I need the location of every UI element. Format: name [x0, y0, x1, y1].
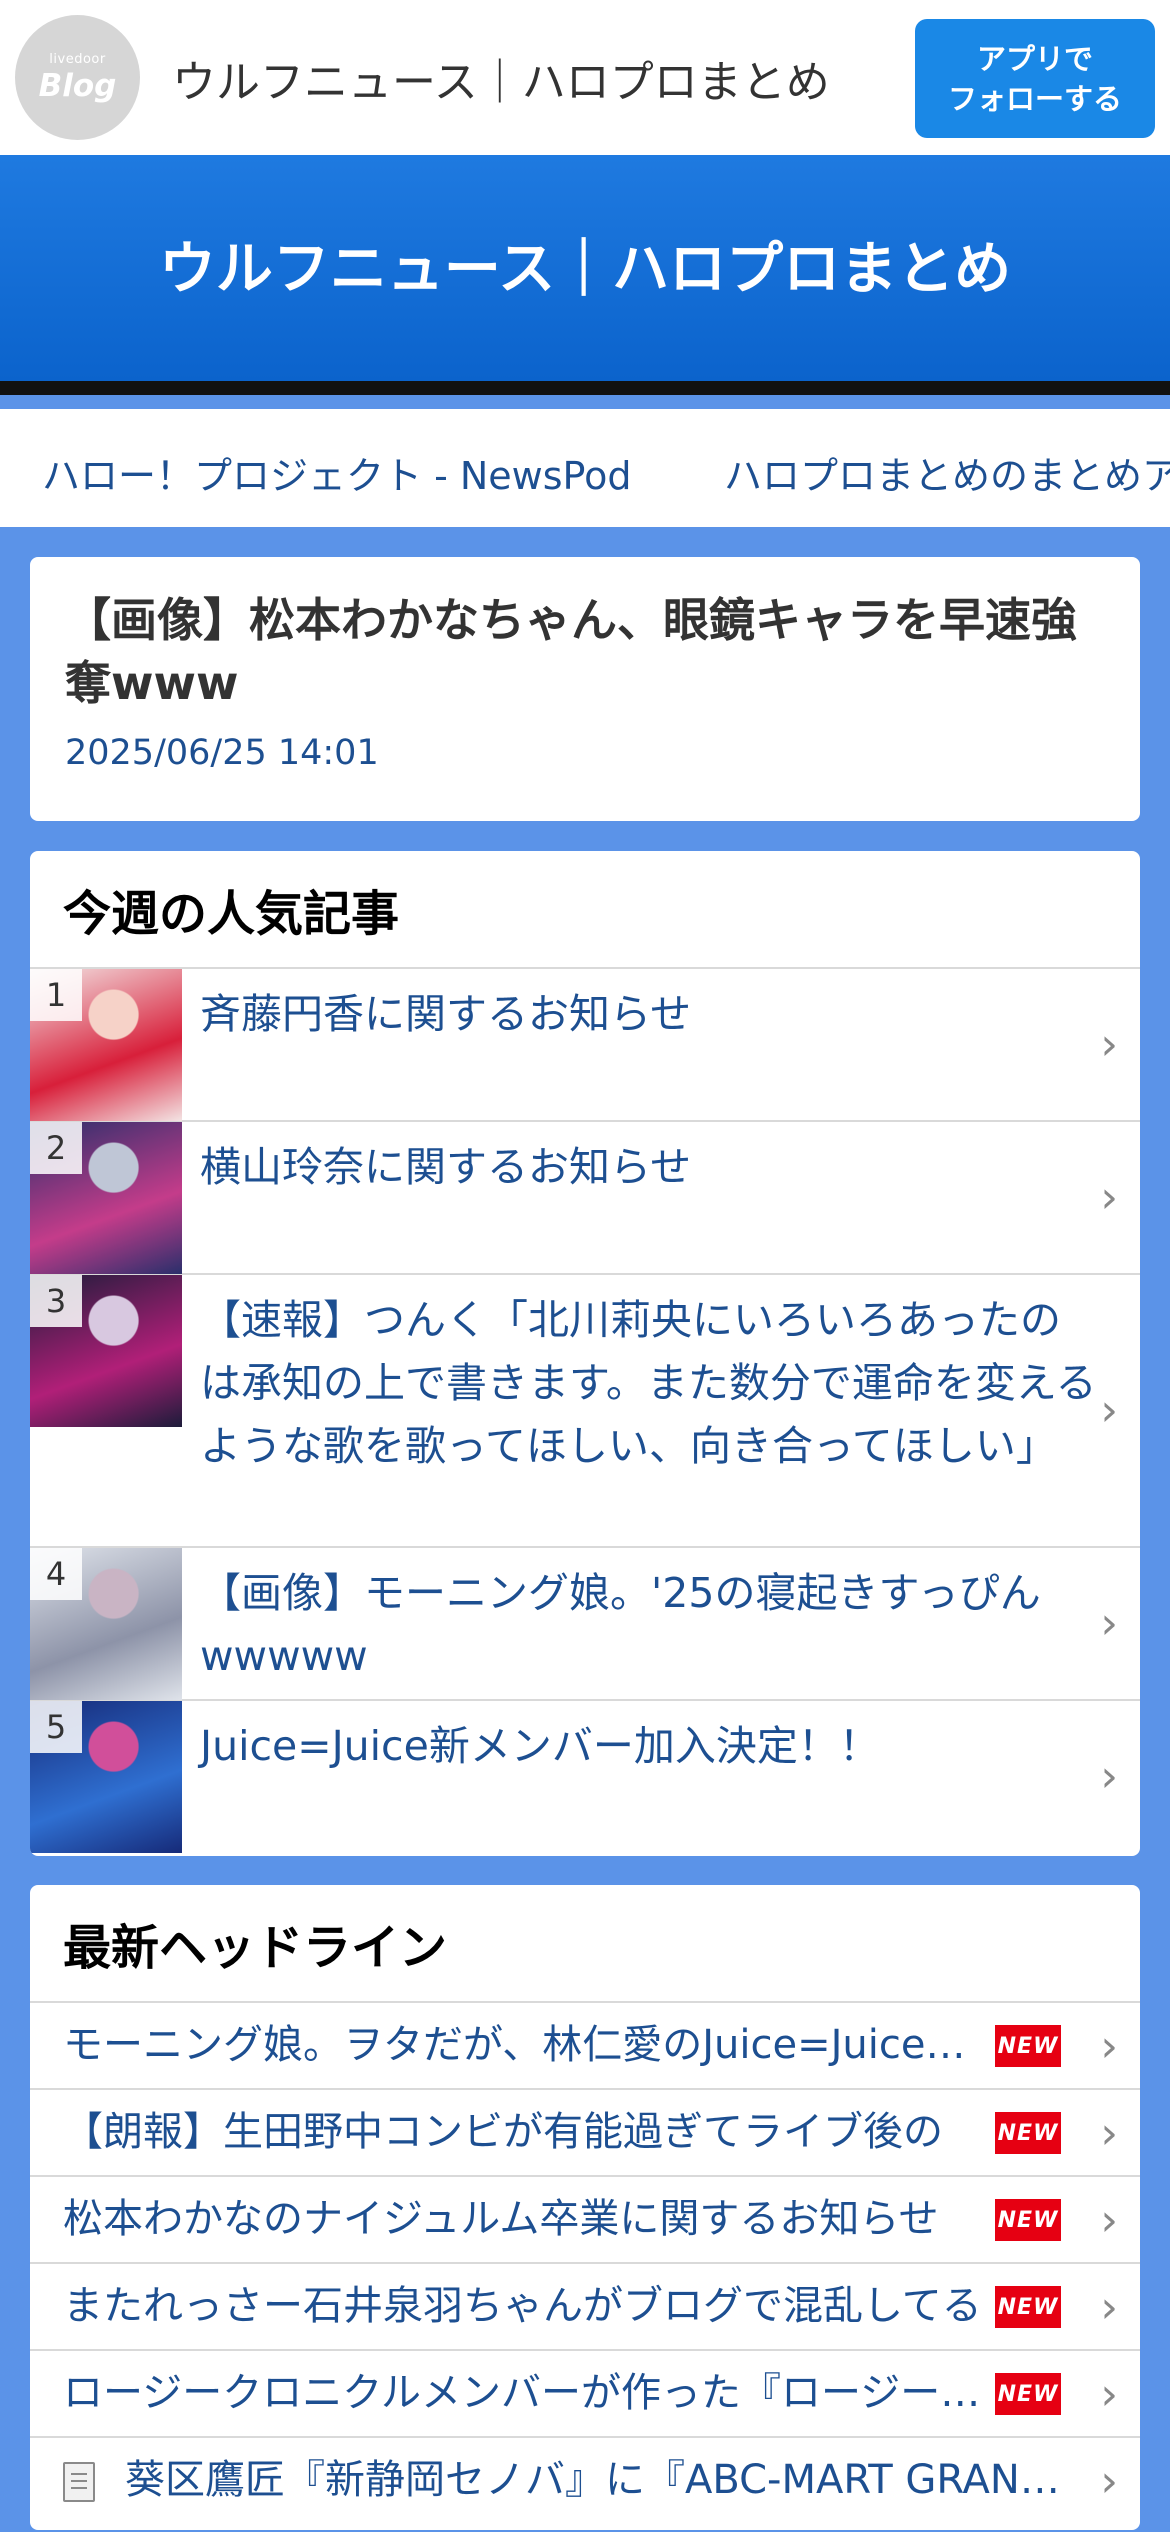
- follow-button-line1: アプリで: [976, 41, 1093, 76]
- chevron-right-icon: ›: [1100, 2108, 1118, 2159]
- logo-small-text: livedoor: [49, 51, 106, 67]
- new-badge: NEW: [995, 2199, 1061, 2241]
- rank-number: 2: [30, 1122, 82, 1174]
- follow-in-app-button[interactable]: アプリで フォローする: [915, 19, 1155, 138]
- follow-button-line2: フォローする: [947, 81, 1122, 116]
- headline-item[interactable]: 葵区鷹匠『新静岡セノバ』に『ABC-MART GRAND STAGE』 ›: [30, 2438, 1140, 2525]
- app-bar: livedoor Blog ウルフニュース｜ハロプロまとめ アプリで フォローす…: [0, 0, 1170, 155]
- headline-title: 葵区鷹匠『新静岡セノバ』に『ABC-MART GRAND STAGE』: [125, 2457, 1085, 2503]
- rank-number: 5: [30, 1701, 82, 1753]
- ranking-item-1[interactable]: 1 斉藤円香に関するお知らせ ›: [30, 969, 1140, 1122]
- chevron-right-icon: ›: [1100, 2456, 1118, 2507]
- ranking-item-2[interactable]: 2 横山玲奈に関するお知らせ ›: [30, 1122, 1140, 1275]
- article-title[interactable]: 【画像】松本わかなちゃん、眼鏡キャラを早速強奪www: [65, 589, 1105, 715]
- new-badge: NEW: [995, 2025, 1061, 2067]
- headline-item[interactable]: 【朗報】生田野中コンビが有能過ぎてライブ後の NEW ›: [30, 2090, 1140, 2177]
- headlines-heading: 最新ヘッドライン: [30, 1885, 1140, 2003]
- link-matome[interactable]: ハロプロまとめのまとめア: [724, 445, 1170, 500]
- headline-title: またれっさー石井泉羽ちゃんがブログで混乱してる: [63, 2283, 982, 2329]
- new-badge: NEW: [995, 2373, 1061, 2415]
- chevron-right-icon: ›: [1100, 2369, 1118, 2420]
- chevron-right-icon: ›: [1100, 1172, 1118, 1223]
- chevron-right-icon: ›: [1100, 2021, 1118, 2072]
- chevron-right-icon: ›: [1100, 1751, 1118, 1802]
- chevron-right-icon: ›: [1100, 2282, 1118, 2333]
- ranking-item-title: 斉藤円香に関するお知らせ: [200, 990, 692, 1038]
- weekly-popular-articles: 今週の人気記事 1 斉藤円香に関するお知らせ › 2 横山玲奈に関するお知らせ …: [30, 851, 1140, 1856]
- blog-title[interactable]: ウルフニュース｜ハロプロまとめ: [159, 223, 1011, 305]
- logo-big-text: Blog: [38, 67, 117, 104]
- latest-headlines: 最新ヘッドライン モーニング娘。ヲタだが、林仁愛のJuice=Juice加入 N…: [30, 1885, 1140, 2530]
- headline-title: 松本わかなのナイジュルム卒業に関するお知らせ: [63, 2196, 939, 2242]
- headline-item[interactable]: ロージークロニクルメンバーが作った『ロージークロ NEW ›: [30, 2351, 1140, 2438]
- livedoor-blog-logo[interactable]: livedoor Blog: [15, 15, 140, 140]
- new-badge: NEW: [995, 2112, 1061, 2154]
- blog-header: ウルフニュース｜ハロプロまとめ: [0, 155, 1170, 395]
- headline-item[interactable]: 松本わかなのナイジュルム卒業に関するお知らせ NEW ›: [30, 2177, 1140, 2264]
- chevron-right-icon: ›: [1100, 1019, 1118, 1070]
- rank-number: 3: [30, 1275, 82, 1327]
- headline-title: ロージークロニクルメンバーが作った『ロージークロ: [63, 2370, 1003, 2416]
- ranking-item-3[interactable]: 3 【速報】つんく「北川莉央にいろいろあったのは承知の上で書きます。また数分で運…: [30, 1275, 1140, 1548]
- link-newspod[interactable]: ハロー！プロジェクト - NewsPod: [42, 445, 631, 500]
- article-card: 【画像】松本わかなちゃん、眼鏡キャラを早速強奪www 2025/06/25 14…: [30, 557, 1140, 821]
- chevron-right-icon: ›: [1100, 2195, 1118, 2246]
- new-badge: NEW: [995, 2286, 1061, 2328]
- headline-item[interactable]: モーニング娘。ヲタだが、林仁愛のJuice=Juice加入 NEW ›: [30, 2003, 1140, 2090]
- headline-item[interactable]: またれっさー石井泉羽ちゃんがブログで混乱してる NEW ›: [30, 2264, 1140, 2351]
- document-icon: [63, 2462, 95, 2502]
- ranking-item-title: 【速報】つんく「北川莉央にいろいろあったのは承知の上で書きます。また数分で運命を…: [200, 1296, 1097, 1470]
- related-links-strip: ハロー！プロジェクト - NewsPod ハロプロまとめのまとめア: [0, 409, 1170, 527]
- headline-title: 【朗報】生田野中コンビが有能過ぎてライブ後の: [63, 2109, 943, 2155]
- chevron-right-icon: ›: [1100, 1385, 1118, 1436]
- site-name[interactable]: ウルフニュース｜ハロプロまとめ: [172, 46, 830, 110]
- chevron-right-icon: ›: [1100, 1598, 1118, 1649]
- rank-number: 1: [30, 969, 82, 1021]
- rank-number: 4: [30, 1548, 82, 1600]
- article-date: 2025/06/25 14:01: [65, 733, 379, 773]
- ranking-item-title: 【画像】モーニング娘。'25の寝起きすっぴんwwwww: [200, 1569, 1041, 1680]
- headline-title: モーニング娘。ヲタだが、林仁愛のJuice=Juice加入: [63, 2022, 1003, 2068]
- ranking-item-title: 横山玲奈に関するお知らせ: [200, 1143, 692, 1191]
- ranking-heading: 今週の人気記事: [30, 851, 1140, 969]
- ranking-item-4[interactable]: 4 【画像】モーニング娘。'25の寝起きすっぴんwwwww ›: [30, 1548, 1140, 1701]
- ranking-item-5[interactable]: 5 Juice=Juice新メンバー加入決定！！ ›: [30, 1701, 1140, 1853]
- ranking-item-title: Juice=Juice新メンバー加入決定！！: [200, 1722, 880, 1770]
